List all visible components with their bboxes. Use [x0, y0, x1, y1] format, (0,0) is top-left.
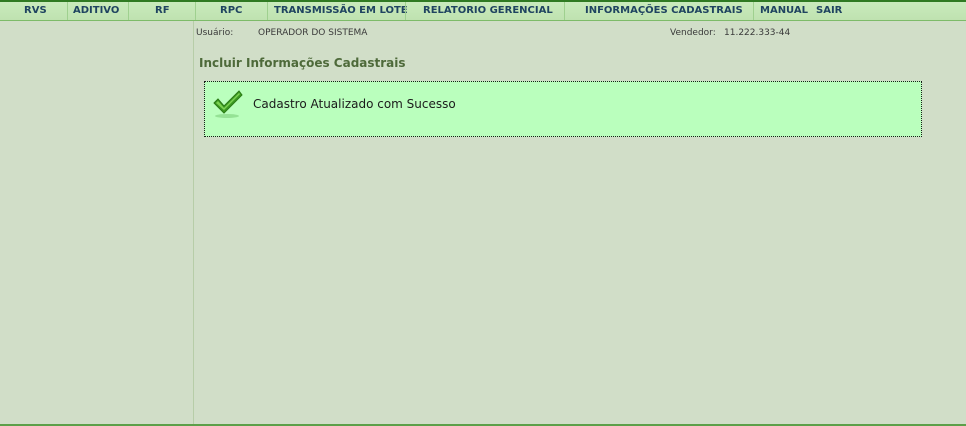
- menu-item-manual[interactable]: MANUAL: [760, 2, 808, 20]
- user-label: Usuário:: [196, 28, 234, 38]
- menu-separator: [128, 2, 129, 20]
- menu-item-informacoes-cadastrais[interactable]: INFORMAÇÕES CADASTRAIS: [585, 2, 743, 20]
- vendor-value: 11.222.333-44: [724, 28, 791, 38]
- menu-separator: [267, 2, 268, 20]
- menu-separator: [405, 2, 406, 20]
- menu-separator: [753, 2, 754, 20]
- menu-item-transmissao-em-lote[interactable]: TRANSMISSÃO EM LOTE: [274, 2, 408, 20]
- page-title: Incluir Informações Cadastrais: [199, 56, 406, 70]
- menu-item-rf[interactable]: RF: [155, 2, 170, 20]
- sidebar: [0, 21, 194, 425]
- menu-separator: [564, 2, 565, 20]
- check-icon: [212, 89, 244, 119]
- user-value: OPERADOR DO SISTEMA: [258, 28, 368, 38]
- menu-item-rpc[interactable]: RPC: [220, 2, 242, 20]
- menu-item-rvs[interactable]: RVS: [24, 2, 47, 20]
- menu-item-aditivo[interactable]: ADITIVO: [73, 2, 119, 20]
- menu-separator: [195, 2, 196, 20]
- success-message-box: Cadastro Atualizado com Sucesso: [204, 81, 922, 137]
- menu-item-sair[interactable]: SAIR: [816, 2, 842, 20]
- menu-separator: [67, 2, 68, 20]
- vendor-label: Vendedor:: [670, 28, 716, 38]
- menu-item-relatorio-gerencial[interactable]: RELATORIO GERENCIAL: [423, 2, 553, 20]
- user-info-row: Usuário: OPERADOR DO SISTEMA Vendedor: 1…: [196, 28, 956, 40]
- success-message-text: Cadastro Atualizado com Sucesso: [253, 97, 456, 111]
- main-menu: RVS ADITIVO RF RPC TRANSMISSÃO EM LOTE R…: [0, 2, 966, 21]
